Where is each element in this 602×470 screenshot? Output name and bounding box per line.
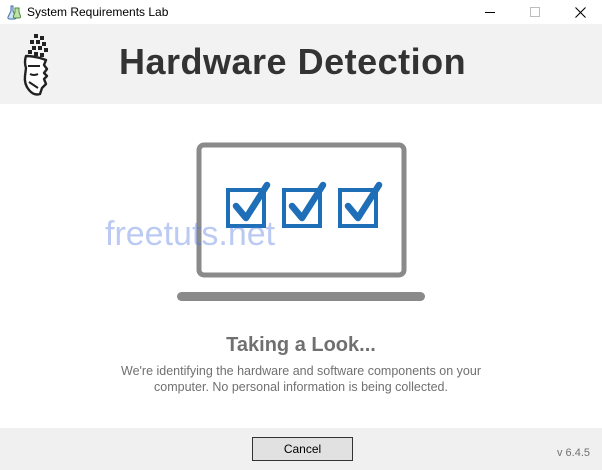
- srl-head-logo-icon: [20, 32, 52, 98]
- status-description: We're identifying the hardware and softw…: [121, 364, 481, 394]
- app-window: System Requirements Lab Hardware Detecti…: [0, 0, 602, 470]
- close-icon: [574, 6, 586, 18]
- page-title: Hardware Detection: [119, 41, 467, 82]
- title-bar: System Requirements Lab: [0, 0, 602, 24]
- status-title: Taking a Look...: [226, 334, 376, 356]
- minimize-button[interactable]: [467, 0, 513, 24]
- cancel-button[interactable]: Cancel: [252, 437, 353, 461]
- maximize-icon: [530, 7, 540, 17]
- maximize-button[interactable]: [512, 0, 558, 24]
- window-title: System Requirements Lab: [27, 5, 169, 19]
- close-button[interactable]: [557, 0, 602, 24]
- watermark-text: freetuts.net: [105, 215, 276, 253]
- flask-app-icon: [6, 4, 22, 20]
- header-banner: Hardware Detection: [0, 24, 602, 104]
- footer-bar: Cancel v 6.4.5: [0, 428, 602, 470]
- version-label: v 6.4.5: [556, 447, 590, 459]
- minimize-icon: [485, 12, 495, 13]
